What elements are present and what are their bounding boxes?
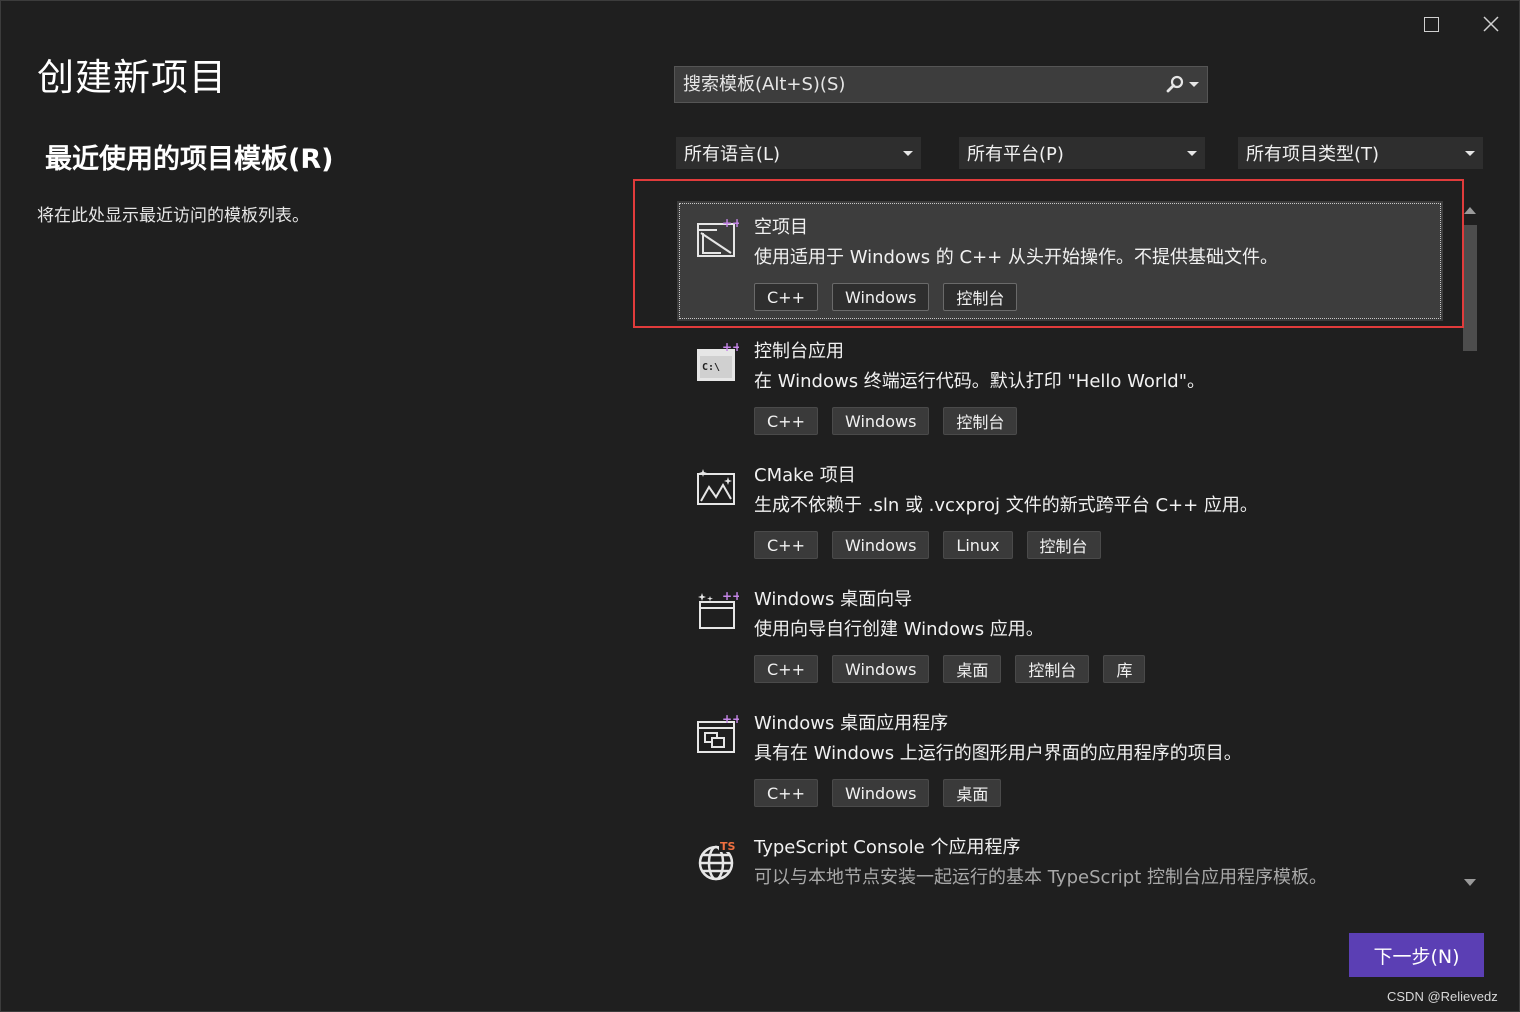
empty-project-icon: ++ xyxy=(697,217,739,257)
tag-cpp: C++ xyxy=(754,779,818,807)
scroll-thumb[interactable] xyxy=(1463,225,1477,351)
template-name: 空项目 xyxy=(754,217,808,238)
tag-desktop: 桌面 xyxy=(943,779,1002,807)
language-filter-label: 所有语言(L) xyxy=(684,144,781,165)
template-item-console-app[interactable]: C:\ ++ 控制台应用 在 Windows 终端运行代码。默认打印 "Hell… xyxy=(677,325,1443,445)
svg-text:++: ++ xyxy=(722,341,739,354)
svg-text:++: ++ xyxy=(722,589,739,603)
tag-library: 库 xyxy=(1103,655,1146,683)
tag-console: 控制台 xyxy=(943,407,1018,435)
tag-console: 控制台 xyxy=(1026,531,1101,559)
recent-templates-heading: 最近使用的项目模板(R) xyxy=(45,144,334,175)
template-item-desktop-wizard[interactable]: ++ Windows 桌面向导 使用向导自行创建 Windows 应用。 C++… xyxy=(677,573,1443,693)
template-search-box[interactable] xyxy=(674,66,1208,103)
tag-windows: Windows xyxy=(831,655,930,683)
template-item-desktop-app[interactable]: ++ Windows 桌面应用程序 具有在 Windows 上运行的图形用户界面… xyxy=(677,697,1443,817)
template-description: 在 Windows 终端运行代码。默认打印 "Hello World"。 xyxy=(754,371,1206,392)
template-name: Windows 桌面向导 xyxy=(754,589,913,610)
template-item-cmake-project[interactable]: CMake 项目 生成不依赖于 .sln 或 .vcxproj 文件的新式跨平台… xyxy=(677,449,1443,569)
maximize-button[interactable] xyxy=(1416,9,1446,39)
search-icon xyxy=(1166,75,1184,92)
tag-windows: Windows xyxy=(831,531,930,559)
svg-text:++: ++ xyxy=(722,217,739,230)
scroll-down-icon[interactable] xyxy=(1464,879,1476,886)
search-button[interactable] xyxy=(1165,75,1207,95)
template-name: CMake 项目 xyxy=(754,465,856,486)
tag-windows: Windows xyxy=(831,779,930,807)
create-project-window: 创建新项目 最近使用的项目模板(R) 将在此处显示最近访问的模板列表。 所有语言… xyxy=(0,0,1520,1012)
tag-cpp: C++ xyxy=(754,283,818,311)
language-filter[interactable]: 所有语言(L) xyxy=(676,137,921,169)
scroll-up-icon[interactable] xyxy=(1464,207,1476,214)
template-name: TypeScript Console 个应用程序 xyxy=(754,837,1021,858)
cmake-project-icon xyxy=(697,469,735,505)
close-icon xyxy=(1483,16,1499,32)
tag-console: 控制台 xyxy=(943,283,1018,311)
chevron-down-icon xyxy=(903,150,913,156)
template-description: 具有在 Windows 上运行的图形用户界面的应用程序的项目。 xyxy=(754,743,1242,764)
recent-templates-description: 将在此处显示最近访问的模板列表。 xyxy=(37,206,309,226)
ts-badge: TS xyxy=(720,840,736,853)
tag-cpp: C++ xyxy=(754,655,818,683)
maximize-icon xyxy=(1423,16,1439,32)
template-description: 使用适用于 Windows 的 C++ 从头开始操作。不提供基础文件。 xyxy=(754,247,1278,268)
tag-console: 控制台 xyxy=(1015,655,1090,683)
platform-filter-label: 所有平台(P) xyxy=(967,144,1064,165)
desktop-wizard-icon: ++ xyxy=(698,589,739,629)
close-button[interactable] xyxy=(1476,9,1506,39)
svg-text:C:\: C:\ xyxy=(702,362,720,373)
chevron-down-icon xyxy=(1187,150,1197,156)
chevron-down-icon xyxy=(1465,150,1475,156)
console-app-icon: C:\ ++ xyxy=(697,341,739,381)
template-item-typescript-console[interactable]: TS TypeScript Console 个应用程序 可以与本地节点安装一起运… xyxy=(677,821,1443,894)
tag-cpp: C++ xyxy=(754,407,818,435)
project-type-filter[interactable]: 所有项目类型(T) xyxy=(1238,137,1483,169)
search-input[interactable] xyxy=(675,73,1165,96)
chevron-down-icon xyxy=(1189,82,1199,87)
desktop-app-icon: ++ xyxy=(697,713,739,753)
next-button[interactable]: 下一步(N) xyxy=(1349,933,1484,977)
template-name: 控制台应用 xyxy=(754,341,844,362)
template-name: Windows 桌面应用程序 xyxy=(754,713,949,734)
template-item-empty-project[interactable]: ++ 空项目 使用适用于 Windows 的 C++ 从头开始操作。不提供基础文… xyxy=(677,201,1443,321)
tag-desktop: 桌面 xyxy=(943,655,1002,683)
template-description: 生成不依赖于 .sln 或 .vcxproj 文件的新式跨平台 C++ 应用。 xyxy=(754,495,1258,516)
tag-windows: Windows xyxy=(831,283,930,311)
template-description: 使用向导自行创建 Windows 应用。 xyxy=(754,619,1044,640)
tag-windows: Windows xyxy=(831,407,930,435)
svg-text:++: ++ xyxy=(722,713,739,726)
template-list[interactable]: ++ 空项目 使用适用于 Windows 的 C++ 从头开始操作。不提供基础文… xyxy=(677,197,1483,894)
typescript-console-icon: TS xyxy=(698,839,737,881)
watermark: CSDN @Relievedz xyxy=(1387,989,1498,1004)
tag-cpp: C++ xyxy=(754,531,818,559)
template-list-scrollbar[interactable] xyxy=(1461,199,1479,893)
template-description: 可以与本地节点安装一起运行的基本 TypeScript 控制台应用程序模板。 xyxy=(754,867,1327,888)
page-title: 创建新项目 xyxy=(37,56,227,99)
project-type-filter-label: 所有项目类型(T) xyxy=(1246,144,1380,165)
tag-linux: Linux xyxy=(943,531,1013,559)
platform-filter[interactable]: 所有平台(P) xyxy=(959,137,1205,169)
